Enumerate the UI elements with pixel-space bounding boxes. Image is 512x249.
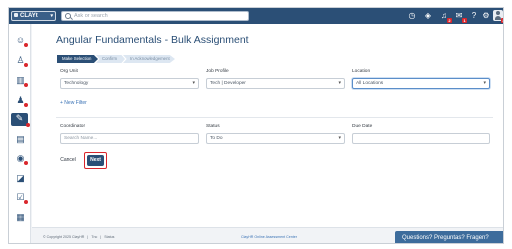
logo-text: CLAYt	[20, 13, 38, 19]
sidebar-dot	[24, 43, 28, 47]
copyright-text: © Copyright 2025 ClayHR	[43, 235, 85, 239]
inbox-badge: 1	[462, 18, 467, 23]
cancel-button[interactable]: Cancel	[60, 155, 76, 166]
footer-separator: |	[100, 235, 102, 239]
location-value: All Locations	[356, 81, 384, 86]
status-label: Status	[206, 124, 220, 129]
next-button[interactable]: Next	[87, 155, 104, 166]
sidebar-item-time[interactable]: ♙	[15, 55, 28, 67]
top-bar: CLAYt ▾ ◷ ◈ ♫ 2 ✉ 1 ? ⚙ 2	[9, 8, 503, 24]
job-profile-select[interactable]: Tech | Developer ▾	[206, 78, 345, 89]
avatar-badge: 2	[501, 18, 503, 23]
logo-mark-icon	[14, 13, 18, 18]
search-input[interactable]	[74, 12, 246, 20]
sidebar-item-search[interactable]: ◉	[15, 153, 28, 165]
sidebar: ☺ ♙ ▥ ♟ ✎ ▤ ◉ ◪ ☑ ▦	[9, 24, 31, 243]
org-unit-label: Org Unit	[60, 69, 78, 74]
sidebar-item-analytics[interactable]: ▥	[15, 75, 28, 87]
location-label: Location	[352, 69, 371, 74]
document-icon: ▤	[16, 134, 25, 144]
due-date-field[interactable]	[352, 133, 490, 144]
bulk-assign-icon: ✎	[15, 113, 24, 123]
main-content: Angular Fundamentals - Bulk Assignment M…	[32, 24, 503, 227]
step-make-selection[interactable]: Make Selection	[57, 55, 98, 63]
bell-icon[interactable]: ♫ 2	[439, 11, 452, 23]
job-profile-label: Job Profile	[206, 69, 229, 74]
footer: © Copyright 2025 ClayHR | Tnc | Status ClayH…	[32, 227, 503, 243]
sidebar-item-tasks[interactable]: ☑	[15, 192, 28, 204]
org-unit-select[interactable]: Technology ▾	[60, 78, 199, 89]
sidebar-dot	[24, 200, 28, 204]
sidebar-item-clipboard[interactable]: ▦	[15, 212, 26, 223]
coordinator-placeholder: Search Name...	[64, 136, 98, 141]
due-date-label: Due Date	[352, 124, 373, 129]
coordinator-label: Coordinator	[60, 124, 86, 129]
footer-copyright: © Copyright 2025 ClayHR | Tnc | Status	[43, 235, 117, 239]
layers-icon[interactable]: ◈	[423, 11, 433, 21]
status-select[interactable]: To Do ▾	[206, 133, 345, 144]
chevron-down-icon: ▾	[483, 80, 486, 86]
notification-badge: 2	[447, 18, 452, 23]
avatar[interactable]: 2	[493, 10, 503, 23]
sidebar-item-learning[interactable]: ✎	[11, 113, 30, 127]
inbox-icon[interactable]: ✉ 1	[454, 11, 467, 23]
chevron-down-icon: ▾	[192, 80, 195, 86]
settings-icon[interactable]: ⚙	[481, 11, 491, 21]
status-value: To Do	[210, 136, 223, 141]
app-window: CLAYt ▾ ◷ ◈ ♫ 2 ✉ 1 ? ⚙ 2 ☺ ♙ ▥ ♟	[8, 7, 504, 244]
clipboard-icon: ▦	[16, 212, 25, 222]
footer-link-center[interactable]: ClayHR Online Assessment Center	[241, 235, 297, 239]
clock-icon[interactable]: ◷	[407, 11, 417, 21]
sidebar-dot	[24, 161, 28, 165]
new-filter-link[interactable]: + New Filter	[60, 100, 87, 106]
sidebar-item-reports[interactable]: ◪	[15, 173, 26, 184]
coordinator-search-field[interactable]: Search Name...	[60, 133, 199, 144]
chevron-down-icon: ▾	[50, 13, 53, 19]
org-unit-value: Technology	[64, 81, 89, 86]
report-icon: ◪	[16, 173, 25, 183]
global-search[interactable]	[61, 11, 249, 21]
sidebar-dot	[24, 63, 28, 67]
sidebar-item-people[interactable]: ♟	[15, 95, 28, 107]
step-confirm[interactable]: Confirm	[96, 55, 125, 63]
job-profile-value: Tech | Developer	[210, 81, 246, 86]
chevron-down-icon: ▾	[338, 135, 341, 141]
sidebar-dot	[24, 103, 28, 107]
help-icon[interactable]: ?	[469, 11, 479, 21]
step-acknowledgement[interactable]: In Acknowledgement	[123, 55, 175, 63]
page-title: Angular Fundamentals - Bulk Assignment	[56, 34, 249, 46]
sidebar-dot	[24, 83, 28, 87]
sidebar-item-documents[interactable]: ▤	[15, 134, 26, 145]
footer-link-status[interactable]: Status	[104, 235, 114, 239]
sidebar-item-users[interactable]: ☺	[15, 35, 28, 47]
help-chat-button[interactable]: Questions? Preguntas? Fragen?	[395, 231, 503, 243]
sidebar-dot	[26, 123, 30, 127]
search-icon	[65, 13, 71, 19]
location-select[interactable]: All Locations ▾	[352, 78, 490, 89]
footer-link-tnc[interactable]: Tnc	[91, 235, 97, 239]
footer-separator: |	[87, 235, 89, 239]
app-logo[interactable]: CLAYt ▾	[11, 11, 56, 21]
chevron-down-icon: ▾	[338, 80, 341, 86]
section-divider	[56, 117, 493, 118]
